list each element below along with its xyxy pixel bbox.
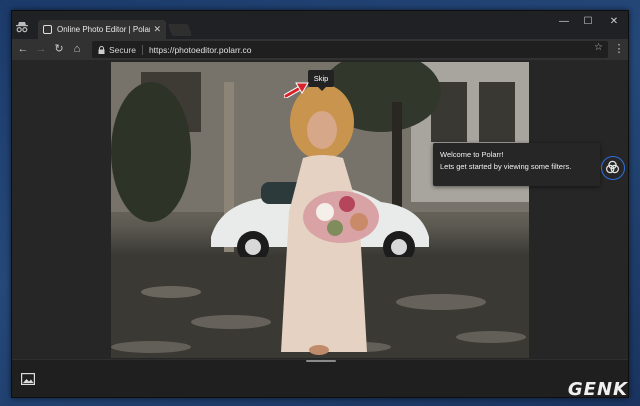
close-window-icon[interactable]: ✕ [604,15,624,29]
minimize-icon[interactable]: — [554,15,574,29]
home-icon[interactable]: ⌂ [70,42,84,56]
tab-photo-editor[interactable]: Online Photo Editor | Polarr ✕ [38,20,166,39]
filter-icon [605,160,620,174]
onboarding-tooltip: Welcome to Polarr! Lets get started by v… [433,143,605,186]
polarr-favicon-icon [43,25,52,34]
title-bar: Online Photo Editor | Polarr ✕ — ☐ ✕ [12,11,628,39]
incognito-icon [16,22,28,33]
panel-drag-handle[interactable] [306,360,336,362]
tab-title: Online Photo Editor | Polarr [57,25,151,34]
toolbar: ← → ↻ ⌂ Secure https://photoeditor.polar… [12,39,628,60]
address-bar[interactable]: Secure https://photoeditor.polarr.co ☆ [92,41,608,58]
secure-label: Secure [109,44,136,55]
new-tab-button[interactable] [167,24,193,36]
photo-preview[interactable] [111,62,529,358]
forward-icon[interactable]: → [34,42,48,56]
maximize-icon[interactable]: ☐ [578,15,598,29]
filter-button[interactable] [601,156,625,180]
editor-canvas: Skip Welcome to Polarr! Lets get started… [12,60,628,397]
bottom-panel [12,359,628,397]
reload-icon[interactable]: ↻ [52,42,66,56]
tooltip-body: Lets get started by viewing some filters… [440,162,572,171]
skip-button[interactable]: Skip [308,70,334,91]
genk-watermark: GENK [567,379,628,400]
lock-icon [98,45,105,54]
back-icon[interactable]: ← [16,42,30,56]
red-arrow-icon [284,82,309,98]
image-icon[interactable] [21,373,35,385]
divider [141,44,143,55]
tooltip-title: Welcome to Polarr! [440,150,504,159]
photo-image [111,62,529,358]
browser-window: Online Photo Editor | Polarr ✕ — ☐ ✕ ← →… [11,10,629,398]
menu-icon[interactable]: ⋮ [612,42,626,56]
star-icon[interactable]: ☆ [594,42,603,53]
url-text[interactable]: https://photoeditor.polarr.co [149,45,252,55]
close-icon[interactable]: ✕ [153,24,161,35]
